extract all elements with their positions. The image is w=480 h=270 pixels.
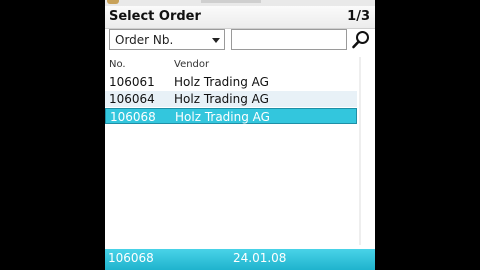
search-field-select-value: Order Nb. bbox=[115, 33, 174, 47]
system-title-fragment bbox=[201, 0, 261, 3]
page-counter: 1/3 bbox=[347, 9, 370, 24]
order-list: 106061 Holz Trading AG 106064 Holz Tradi… bbox=[105, 74, 357, 125]
list-scrollbar[interactable] bbox=[359, 57, 361, 245]
search-icon bbox=[352, 31, 369, 49]
column-header-vendor: Vendor bbox=[174, 59, 210, 70]
search-bar: Order Nb. bbox=[105, 29, 375, 53]
screen-header: Select Order 1/3 bbox=[105, 6, 375, 29]
list-item-selected[interactable]: 106068 Holz Trading AG bbox=[105, 108, 357, 124]
chevron-down-icon bbox=[212, 38, 220, 43]
order-number: 106064 bbox=[109, 92, 155, 106]
order-number: 106061 bbox=[109, 75, 155, 89]
order-number: 106068 bbox=[110, 110, 156, 124]
status-order-number: 106068 bbox=[108, 251, 154, 265]
app-icon bbox=[107, 0, 119, 4]
list-item[interactable]: 106061 Holz Trading AG bbox=[105, 74, 357, 90]
vendor-name: Holz Trading AG bbox=[174, 92, 269, 106]
search-field-select[interactable]: Order Nb. bbox=[109, 29, 225, 50]
column-header-no: No. bbox=[109, 59, 126, 70]
vendor-name: Holz Trading AG bbox=[175, 110, 270, 124]
status-date: 24.01.08 bbox=[233, 251, 287, 265]
vendor-name: Holz Trading AG bbox=[174, 75, 269, 89]
status-bar: 106068 24.01.08 bbox=[105, 249, 375, 270]
list-header: No. Vendor bbox=[105, 57, 375, 73]
search-button[interactable] bbox=[350, 29, 372, 50]
list-item[interactable]: 106064 Holz Trading AG bbox=[105, 91, 357, 107]
order-selection-screen: Select Order 1/3 Order Nb. No. Vendor 10… bbox=[105, 0, 375, 270]
page-title: Select Order bbox=[109, 9, 201, 24]
search-input[interactable] bbox=[231, 29, 347, 50]
